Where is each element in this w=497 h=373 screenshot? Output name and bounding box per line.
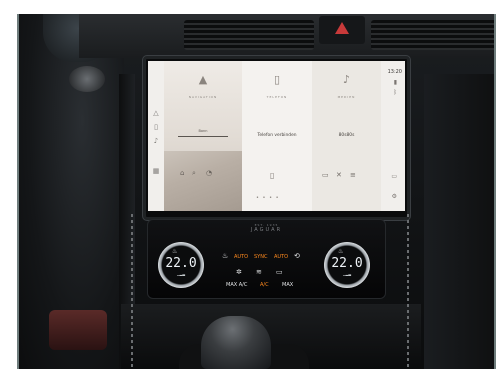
navigation-icon[interactable]: △ <box>152 109 160 117</box>
brand-text: JAGUAR <box>250 227 283 233</box>
navigation-arrow-icon: ▲ <box>198 73 208 86</box>
climate-control-panel: EST. 1935 JAGUAR ♨ 22.0 ▁▂▃ ♨ AUTO SYNC … <box>147 219 386 299</box>
telefon-connect-text: Telefon verbinden <box>257 133 297 138</box>
gear-shifter[interactable] <box>201 316 271 369</box>
music-icon[interactable]: ♪ <box>152 137 160 145</box>
max-ac-button[interactable]: MAX A/C <box>226 282 247 288</box>
hazard-switch[interactable] <box>319 16 365 44</box>
home-icon[interactable]: ⌂ <box>180 169 184 177</box>
stitching-right <box>407 214 409 369</box>
music-note-icon: ♪ <box>342 73 351 86</box>
vehicle-icon[interactable]: ▭ <box>391 173 397 180</box>
temperature-left: 22.0 <box>165 256 197 271</box>
temperature-right-sub: ▁▂▃ <box>342 272 352 276</box>
temperature-left-sub: ▁▂▃ <box>176 272 186 276</box>
history-icon[interactable]: ◔ <box>206 169 212 177</box>
dashboard-top <box>79 14 494 58</box>
temperature-knob-left[interactable]: ♨ 22.0 ▁▂▃ <box>158 242 204 288</box>
left-nav-rail: △ ▯ ♪ ▦ <box>148 61 164 211</box>
navigation-destination-text: Bonn <box>198 129 208 133</box>
search-icon[interactable]: ⌕ <box>192 169 196 178</box>
signal-icon: ▮ <box>393 79 397 86</box>
panel-medien[interactable]: ♪ MEDIEN 80s80s ▭ ✕ ≡ <box>312 61 381 211</box>
page-indicator: • • • • <box>256 195 280 201</box>
equalizer-icon[interactable]: ≡ <box>350 171 356 179</box>
photo-frame: △ ▯ ♪ ▦ ▲ NAVIGATION Bonn ⌂ ⌕ ◔ ▯ TELEFO… <box>0 0 497 373</box>
map-preview <box>164 151 242 211</box>
brand-line: EST. 1935 JAGUAR <box>148 223 385 233</box>
hazard-icon <box>335 22 349 34</box>
air-vent-right <box>371 20 494 50</box>
settings-icon[interactable]: ⚙ <box>392 193 397 200</box>
rear-defrost-icon[interactable]: ▭ <box>276 268 283 276</box>
auto-left-button[interactable]: AUTO <box>234 254 248 260</box>
car-interior-photo: △ ▯ ♪ ▦ ▲ NAVIGATION Bonn ⌂ ⌕ ◔ ▯ TELEFO… <box>17 14 496 369</box>
sync-button[interactable]: SYNC <box>254 254 267 260</box>
gear-paddle <box>49 310 107 350</box>
clock-text: 13:20 <box>387 69 402 75</box>
grid-menu-icon[interactable]: ▦ <box>152 167 160 175</box>
max-defrost-button[interactable]: MAX <box>282 282 293 288</box>
steering-wheel-area <box>19 14 124 369</box>
panel-telefon[interactable]: ▯ TELEFON Telefon verbinden ▯ <box>242 61 312 211</box>
air-vent-left <box>184 20 314 50</box>
air-recirculation-icon[interactable]: ⟲ <box>294 252 300 260</box>
auto-right-button[interactable]: AUTO <box>274 254 288 260</box>
seat-heat-right-icon: ♨ <box>338 248 344 255</box>
panel-navigation[interactable]: ▲ NAVIGATION Bonn ⌂ ⌕ ◔ <box>164 61 242 211</box>
infotainment-touchscreen[interactable]: △ ▯ ♪ ▦ ▲ NAVIGATION Bonn ⌂ ⌕ ◔ ▯ TELEFO… <box>143 56 410 220</box>
seat-heat-icon[interactable]: ♨ <box>222 252 228 260</box>
radio-icon[interactable]: ▭ <box>322 171 329 179</box>
ac-button[interactable]: A/C <box>260 282 269 288</box>
temperature-knob-right[interactable]: ♨ 22.0 ▁▂▃ <box>324 242 370 288</box>
right-status-rail: 13:20 ▮ ᛒ ▭ ⚙ <box>381 61 405 211</box>
phone-icon: ▯ <box>273 73 281 86</box>
navigation-destination-field[interactable]: Bonn <box>178 129 228 137</box>
medien-source-text: 80s80s <box>338 133 355 138</box>
panel-telefon-title: TELEFON <box>266 95 288 99</box>
mute-icon[interactable]: ✕ <box>336 171 342 179</box>
temperature-right: 22.0 <box>331 256 363 271</box>
airflow-icon[interactable]: ≋ <box>256 268 262 276</box>
steering-stalk <box>69 66 105 92</box>
bluetooth-icon: ᛒ <box>393 89 397 96</box>
phone-connect-icon[interactable]: ▯ <box>270 171 274 180</box>
panel-medien-title: MEDIEN <box>337 95 356 99</box>
console-trim-right <box>424 74 494 369</box>
stitching-left <box>131 214 133 369</box>
phone-icon[interactable]: ▯ <box>152 123 160 131</box>
panel-navigation-title: NAVIGATION <box>188 95 218 99</box>
fan-icon[interactable]: ✲ <box>236 268 242 276</box>
seat-heat-left-icon: ♨ <box>172 248 178 255</box>
